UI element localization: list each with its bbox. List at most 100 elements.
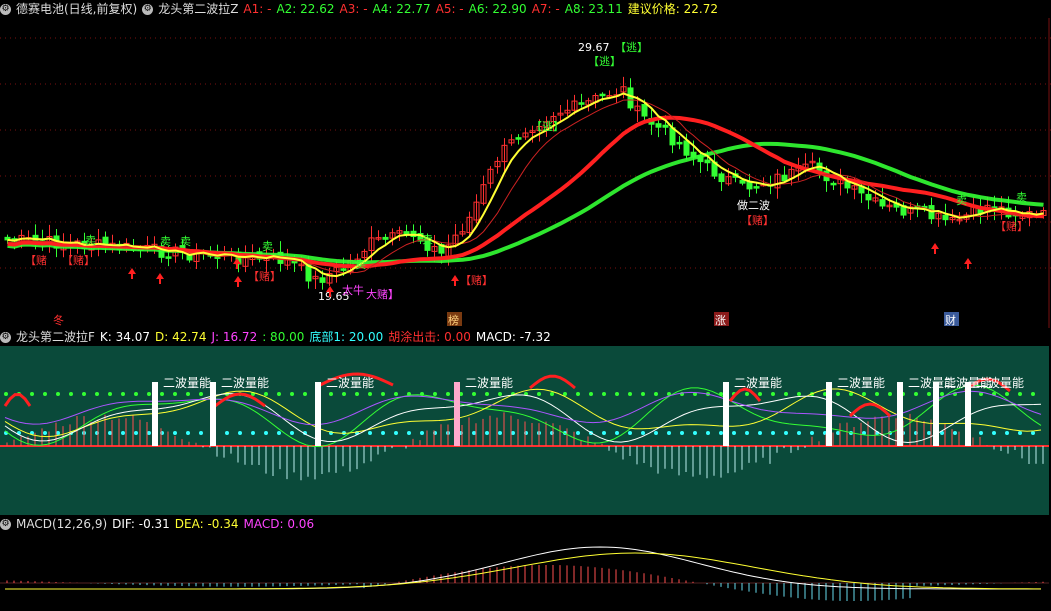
macd-panel-header: ⚙ MACD(12,26,9) DIF: -0.31 DEA: -0.34 MACD… xyxy=(0,515,319,533)
level-dot xyxy=(277,392,281,396)
indicator-name[interactable]: 龙头第二波拉F xyxy=(16,328,95,346)
level-dot xyxy=(498,392,502,396)
indicator-name[interactable]: 龙头第二波拉Z xyxy=(158,0,238,18)
candlestick-chart[interactable]: 29.67 【逃】【逃】【逃】19.65太牛 大赌】做二波【赌】 【赌】【赌】【赌】【… xyxy=(0,18,1051,328)
level-dot xyxy=(784,392,788,396)
indicator-value: : 80.00 xyxy=(262,330,305,344)
buy-label: 【赌】 xyxy=(741,213,774,227)
level-dot xyxy=(914,392,918,396)
level-dot xyxy=(30,392,34,396)
level-dot xyxy=(485,392,489,396)
level-dot xyxy=(446,392,450,396)
level-dot xyxy=(758,392,762,396)
big-gamble-label: 大赌】 xyxy=(366,287,399,301)
escape-label: 【逃】 xyxy=(588,55,621,68)
indicator-values: K: 34.07 D: 42.74 J: 16.72: 80.00 底部1: 20.0… xyxy=(100,328,556,346)
kdj-indicator-chart[interactable]: 二波量能二波量能二波量能二波量能二波量能二波量能二波量能二波量能二波量能 xyxy=(0,346,1051,515)
level-dot xyxy=(43,392,47,396)
macd-indicator-chart[interactable] xyxy=(0,533,1051,611)
gear-icon[interactable]: ⚙ xyxy=(0,518,11,530)
level-dot xyxy=(225,431,229,435)
level-dot xyxy=(758,431,762,435)
level-dot xyxy=(576,392,580,396)
level-dot xyxy=(277,431,281,435)
indicator-value: A7: - xyxy=(531,2,560,16)
indicator-name[interactable]: MACD(12,26,9) xyxy=(16,515,107,533)
level-dot xyxy=(199,392,203,396)
signal-bar xyxy=(826,382,832,446)
sell-label: 卖 xyxy=(355,258,366,271)
indicator-values: A1: - A2: 22.62 A3: - A4: 22.77 A5: - A6: 22.… xyxy=(243,0,723,18)
level-dot xyxy=(251,431,255,435)
level-dot xyxy=(160,392,164,396)
level-dot xyxy=(82,392,86,396)
ma-fast-line xyxy=(7,92,1044,278)
level-dot xyxy=(693,431,697,435)
candle-body xyxy=(578,102,585,105)
indicator-value: J: 16.72 xyxy=(211,330,258,344)
level-dot xyxy=(836,431,840,435)
level-dot xyxy=(43,431,47,435)
indicator-value: MACD: 0.06 xyxy=(243,517,315,531)
level-dot xyxy=(628,392,632,396)
level-dot xyxy=(888,392,892,396)
candle-body xyxy=(627,87,634,109)
level-dot xyxy=(95,392,99,396)
level-dot xyxy=(615,431,619,435)
indicator-value: A2: 22.62 xyxy=(276,2,335,16)
level-dot xyxy=(121,431,125,435)
level-dot xyxy=(992,431,996,435)
marker-label: 涨 xyxy=(715,314,726,327)
buy-label: 【赌】 xyxy=(62,253,95,267)
signal-bar xyxy=(152,382,158,446)
indicator-value: K: 34.07 xyxy=(99,330,150,344)
second-wave-label: 二波量能 xyxy=(465,376,513,390)
level-dot xyxy=(1031,431,1035,435)
big-bull-label: 太牛 xyxy=(342,283,364,297)
candle-body xyxy=(599,93,606,97)
sell-label: 卖 xyxy=(422,233,433,246)
level-dot xyxy=(186,392,190,396)
level-dot xyxy=(56,392,60,396)
level-dot xyxy=(186,431,190,435)
level-dot xyxy=(420,431,424,435)
gear-icon[interactable]: ⚙ xyxy=(0,331,11,343)
level-dot xyxy=(511,431,515,435)
level-dot xyxy=(134,392,138,396)
level-dot xyxy=(940,392,944,396)
indicator-value: A1: - xyxy=(243,2,272,16)
level-dot xyxy=(394,392,398,396)
candle-body xyxy=(662,124,669,128)
indicator-value: DIF: -0.31 xyxy=(112,517,170,531)
level-dot xyxy=(836,392,840,396)
candle-body xyxy=(942,214,949,221)
gear-icon[interactable]: ⚙ xyxy=(142,3,154,15)
candle-body xyxy=(165,256,172,259)
indicator-values: DIF: -0.31 DEA: -0.34 MACD: 0.06 xyxy=(112,515,319,533)
buy-arrow-icon xyxy=(234,276,242,287)
level-dot xyxy=(797,392,801,396)
buy-label: 【赌】 xyxy=(248,269,281,283)
level-dot xyxy=(368,392,372,396)
level-dot xyxy=(550,392,554,396)
sell-label: 卖 xyxy=(1016,191,1027,204)
candle-body xyxy=(340,268,347,271)
level-dot xyxy=(680,431,684,435)
stock-title[interactable]: 德赛电池(日线,前复权) xyxy=(16,0,137,18)
candle-body xyxy=(739,179,746,184)
candle-body xyxy=(753,186,760,189)
level-dot xyxy=(602,431,606,435)
level-dot xyxy=(979,431,983,435)
level-dot xyxy=(121,392,125,396)
level-dot xyxy=(134,431,138,435)
buy-arrow-icon xyxy=(128,268,136,279)
gear-icon[interactable]: ⚙ xyxy=(0,3,11,15)
level-dot xyxy=(4,392,8,396)
level-dot xyxy=(407,431,411,435)
level-dot xyxy=(862,392,866,396)
sell-label: 卖 xyxy=(262,240,273,253)
level-dot xyxy=(615,392,619,396)
level-dot xyxy=(784,431,788,435)
candle-body xyxy=(704,159,711,164)
buy-label: 【赌】 xyxy=(995,219,1028,233)
